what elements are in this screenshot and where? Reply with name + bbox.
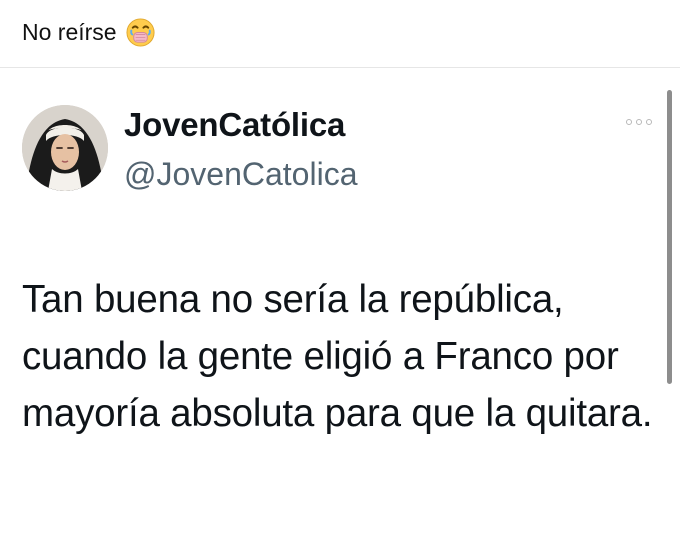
laughing-emoji-icon: [125, 17, 156, 48]
dot: [626, 119, 632, 125]
post-caption: No reírse: [22, 14, 156, 50]
more-options-icon[interactable]: [626, 116, 656, 128]
caption-text: No reírse: [22, 18, 117, 45]
avatar[interactable]: [22, 105, 108, 191]
tweet-card[interactable]: JovenCatólica @JovenCatolica Tan buena n…: [0, 68, 680, 533]
scrollbar[interactable]: [667, 90, 672, 384]
dot: [646, 119, 652, 125]
dot: [636, 119, 642, 125]
user-handle[interactable]: @JovenCatolica: [124, 156, 357, 193]
display-name[interactable]: JovenCatólica: [124, 106, 345, 144]
tweet-text: Tan buena no sería la república, cuando …: [22, 278, 653, 435]
